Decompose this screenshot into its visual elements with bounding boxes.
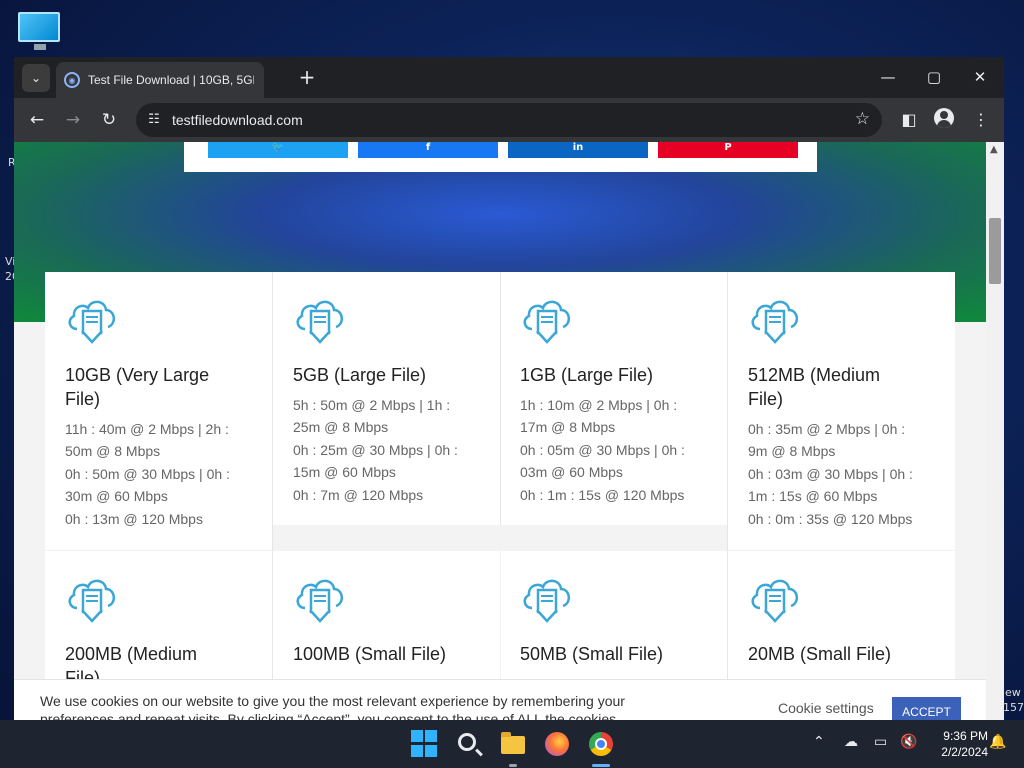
cookie-settings-link[interactable]: Cookie settings xyxy=(778,700,874,716)
cookie-banner: We use cookies on our website to give yo… xyxy=(14,679,986,720)
cloud-download-icon xyxy=(296,300,343,344)
browser-window: ⌄ ◉ Test File Download | 10GB, 5GB + — ▢… xyxy=(14,57,1004,720)
site-info-icon[interactable]: ☷ xyxy=(144,110,164,130)
file-title[interactable]: 200MB (Medium xyxy=(65,642,197,666)
display-icon[interactable]: ▭ xyxy=(874,734,887,750)
file-time-line: 03m @ 60 Mbps xyxy=(520,464,623,480)
file-title[interactable]: 1GB (Large File) xyxy=(520,363,653,387)
facebook-icon: f xyxy=(425,142,431,153)
file-title[interactable]: 5GB (Large File) xyxy=(293,363,426,387)
file-title[interactable]: 10GB (Very Large xyxy=(65,363,209,387)
running-indicator xyxy=(509,764,517,767)
reload-icon[interactable]: ↻ xyxy=(97,108,121,132)
grid-divider xyxy=(500,272,501,525)
twitter-share-button[interactable]: 🐦 xyxy=(208,142,348,158)
new-tab-button[interactable]: + xyxy=(296,65,318,89)
chevron-down-icon: ⌄ xyxy=(30,71,42,85)
clock-time: 9:36 PM xyxy=(943,729,988,743)
file-time-line: 17m @ 8 Mbps xyxy=(520,419,616,435)
file-time-line: 30m @ 60 Mbps xyxy=(65,488,168,504)
twitter-icon: 🐦 xyxy=(271,142,285,153)
browser-tab-active[interactable]: ◉ Test File Download | 10GB, 5GB xyxy=(56,62,264,98)
linkedin-icon: in xyxy=(572,142,584,153)
maximize-button[interactable]: ▢ xyxy=(916,63,952,91)
file-title[interactable]: 100MB (Small File) xyxy=(293,642,446,666)
file-time-line: 1h : 10m @ 2 Mbps | 0h : xyxy=(520,397,678,413)
file-title[interactable]: 512MB (Medium xyxy=(748,363,880,387)
volume-muted-icon[interactable]: 🔇 xyxy=(900,734,917,750)
globe-icon: ◉ xyxy=(64,72,80,88)
url-text[interactable]: testfiledownload.com xyxy=(172,112,303,128)
file-time-line: 0h : 05m @ 30 Mbps | 0h : xyxy=(520,442,685,458)
file-time-line: 11h : 40m @ 2 Mbps | 2h : xyxy=(65,421,229,437)
pinterest-icon: P xyxy=(724,142,732,153)
profile-avatar-icon[interactable] xyxy=(934,108,954,128)
file-time-line: 9m @ 8 Mbps xyxy=(748,443,836,459)
this-pc-icon[interactable] xyxy=(18,10,62,50)
cloud-download-icon xyxy=(296,579,343,623)
file-time-line: 0h : 1m : 15s @ 120 Mbps xyxy=(520,487,685,503)
cloud-download-icon xyxy=(751,300,798,344)
taskbar: ⌃ ☁ ▭ 🔇 9:36 PM 2/2/2024 🔔 xyxy=(0,720,1024,768)
search-icon[interactable] xyxy=(455,730,483,758)
firefox-icon[interactable] xyxy=(543,730,571,758)
file-time-line: 0h : 35m @ 2 Mbps | 0h : xyxy=(748,421,906,437)
clock-date: 2/2/2024 xyxy=(941,745,988,759)
minimize-button[interactable]: — xyxy=(870,63,906,91)
browser-toolbar: ← → ↻ ☷ testfiledownload.com ☆ ◧ ⋮ xyxy=(14,98,1004,142)
cloud-download-icon xyxy=(523,300,570,344)
file-time-line: 25m @ 8 Mbps xyxy=(293,419,389,435)
pinterest-share-button[interactable]: P xyxy=(658,142,798,158)
scroll-up-arrow-icon[interactable]: ▲ xyxy=(990,144,998,155)
back-arrow-icon[interactable]: ← xyxy=(25,108,49,132)
desktop-edge-text: 157 xyxy=(1003,701,1024,714)
cloud-download-icon xyxy=(68,300,115,344)
share-bar: 🐦 f in P xyxy=(184,142,817,172)
scrollbar-thumb[interactable] xyxy=(989,218,1001,284)
clock[interactable]: 9:36 PM 2/2/2024 xyxy=(924,728,988,760)
file-explorer-icon[interactable] xyxy=(499,730,527,758)
file-time-line: 0h : 13m @ 120 Mbps xyxy=(65,511,203,527)
file-time-line: 0h : 50m @ 30 Mbps | 0h : xyxy=(65,466,230,482)
menu-kebab-icon[interactable]: ⋮ xyxy=(969,108,993,132)
notification-bell-icon[interactable]: 🔔 xyxy=(989,734,1006,750)
tab-strip: ⌄ ◉ Test File Download | 10GB, 5GB + — ▢… xyxy=(14,57,1004,98)
file-time-line: 5h : 50m @ 2 Mbps | 1h : xyxy=(293,397,451,413)
file-time-line: 0h : 0m : 35s @ 120 Mbps xyxy=(748,511,913,527)
bookmark-star-icon[interactable]: ☆ xyxy=(855,109,870,129)
start-windows-icon[interactable] xyxy=(411,730,439,758)
cookie-message: We use cookies on our website to give yo… xyxy=(40,693,625,720)
file-title[interactable]: File) xyxy=(748,387,783,411)
file-time-line: 15m @ 60 Mbps xyxy=(293,464,396,480)
active-app-indicator xyxy=(592,764,610,767)
tab-title: Test File Download | 10GB, 5GB xyxy=(88,73,254,87)
file-time-line: 50m @ 8 Mbps xyxy=(65,443,161,459)
linkedin-share-button[interactable]: in xyxy=(508,142,648,158)
file-title[interactable]: File) xyxy=(65,387,100,411)
tray-overflow-chevron-icon[interactable]: ⌃ xyxy=(813,734,825,750)
desktop-edge-text: ew xyxy=(1005,686,1021,699)
file-time-line: 0h : 7m @ 120 Mbps xyxy=(293,487,424,503)
facebook-share-button[interactable]: f xyxy=(358,142,498,158)
cookie-accept-button[interactable]: ACCEPT xyxy=(892,697,961,720)
file-time-line: 1m : 15s @ 60 Mbps xyxy=(748,488,878,504)
file-title[interactable]: 50MB (Small File) xyxy=(520,642,663,666)
page-scrollbar[interactable]: ▲ xyxy=(986,142,1004,720)
cloud-download-icon xyxy=(68,579,115,623)
file-title[interactable]: 20MB (Small File) xyxy=(748,642,891,666)
file-time-line: 0h : 03m @ 30 Mbps | 0h : xyxy=(748,466,913,482)
address-bar[interactable]: ☷ testfiledownload.com ☆ xyxy=(136,103,882,137)
cloud-download-icon xyxy=(523,579,570,623)
tab-search-button[interactable]: ⌄ xyxy=(22,64,50,92)
page-viewport: 🐦 f in P 10GB (Very Large File) 11h : 40… xyxy=(14,142,986,720)
close-button[interactable]: ✕ xyxy=(962,63,998,91)
forward-arrow-icon[interactable]: → xyxy=(61,108,85,132)
cloud-download-icon xyxy=(751,579,798,623)
side-panel-icon[interactable]: ◧ xyxy=(897,108,921,132)
network-offline-icon[interactable]: ☁ xyxy=(844,734,858,750)
file-time-line: 0h : 25m @ 30 Mbps | 0h : xyxy=(293,442,458,458)
chrome-icon[interactable] xyxy=(587,730,615,758)
